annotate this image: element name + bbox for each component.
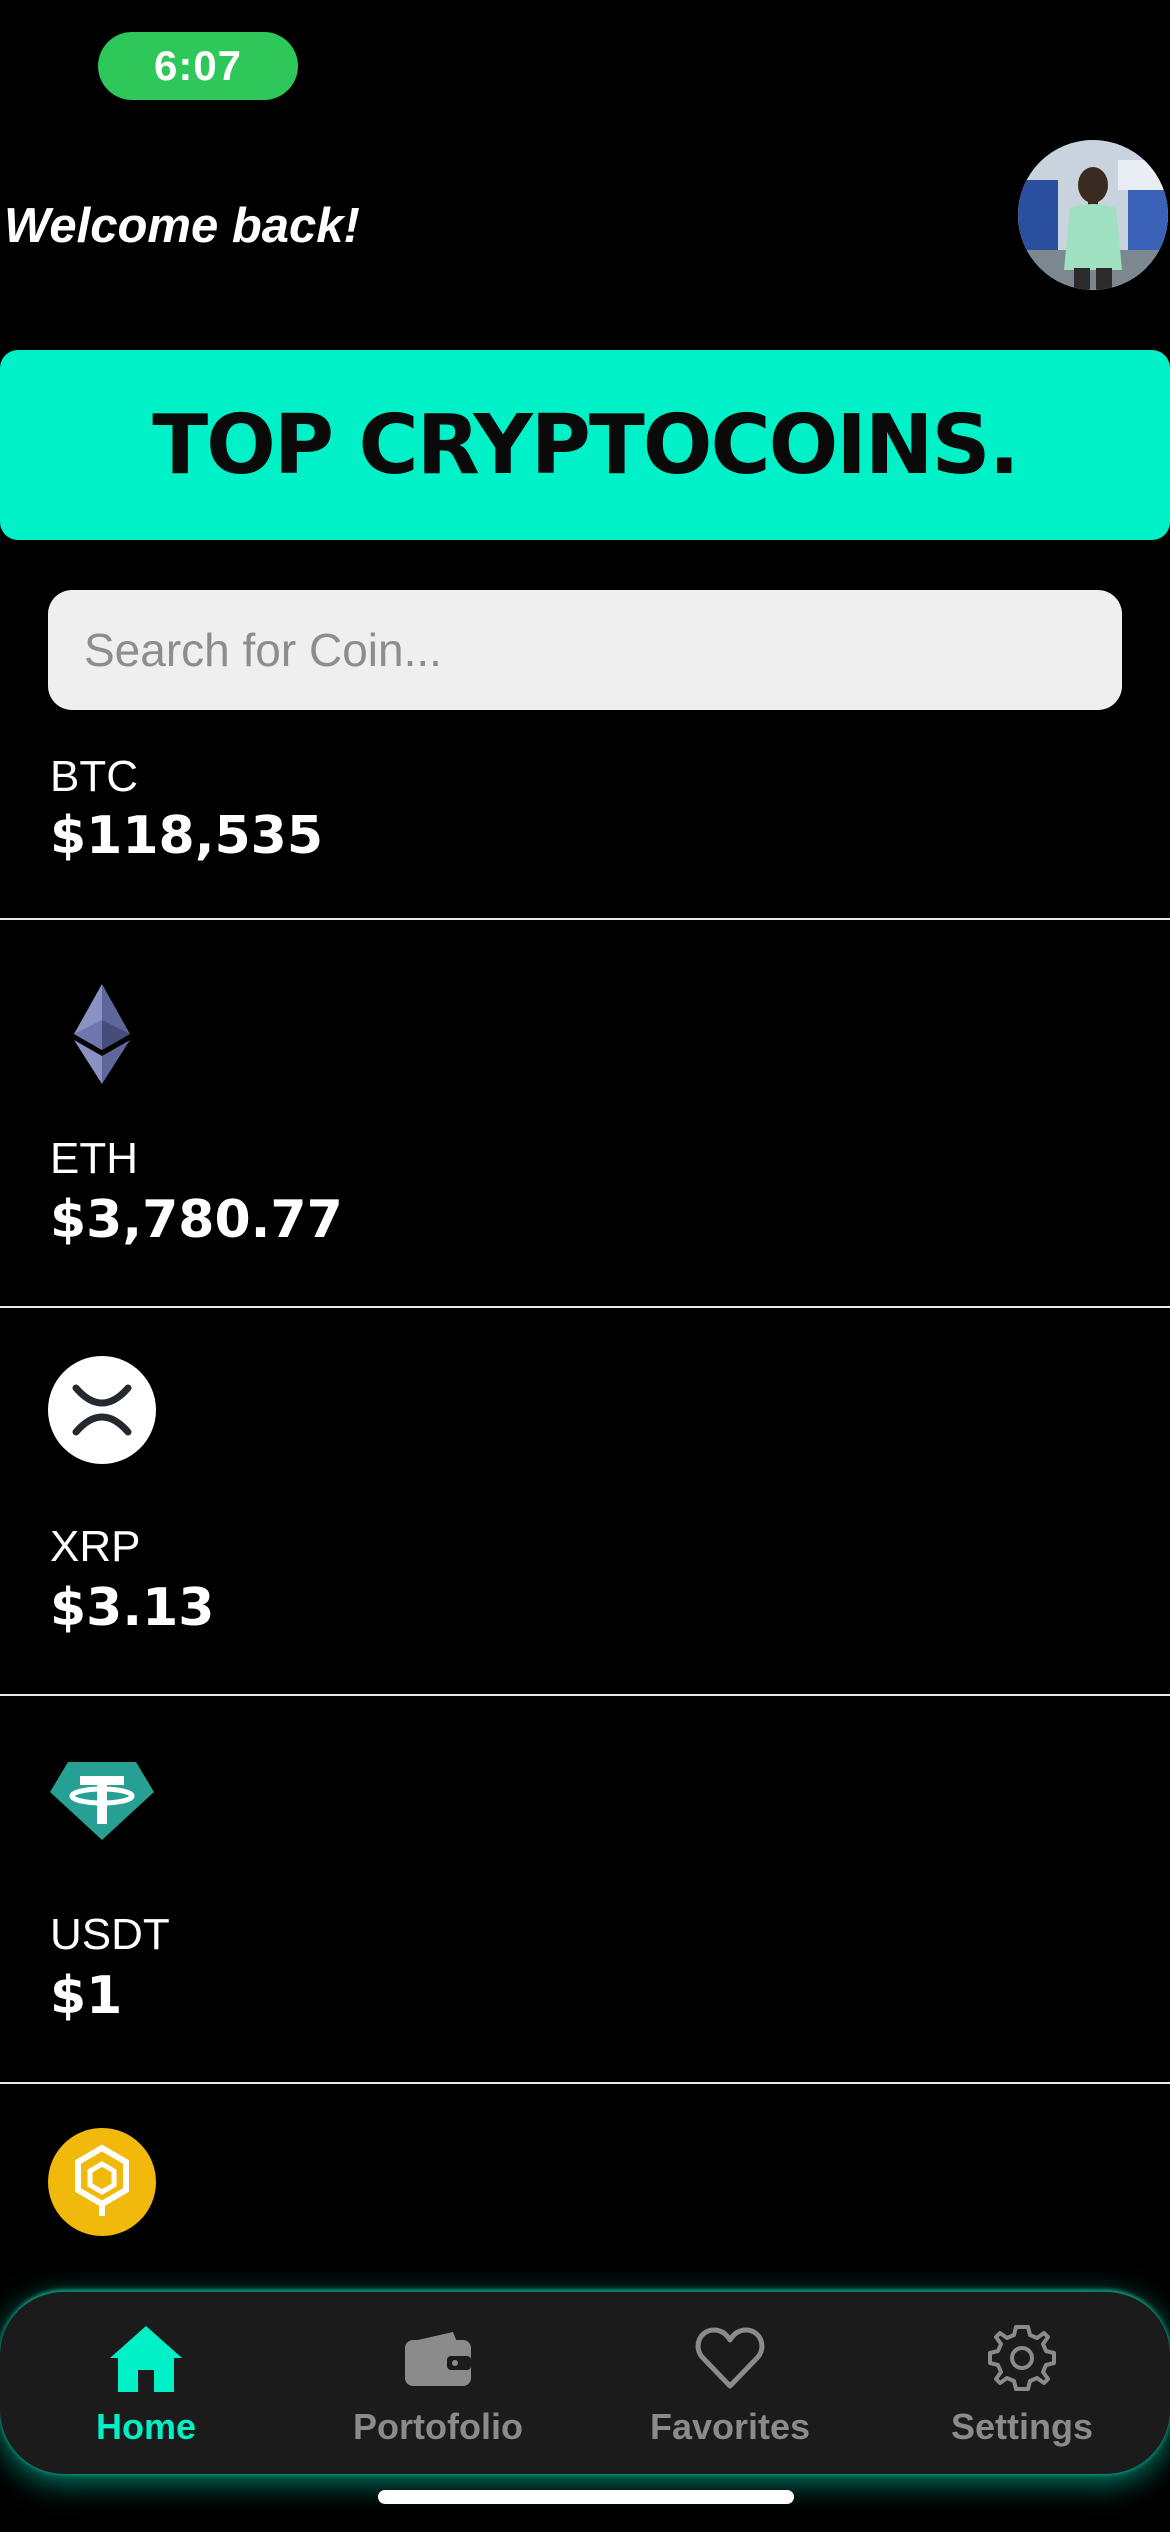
home-indicator[interactable] xyxy=(378,2490,794,2504)
ethereum-icon xyxy=(48,980,156,1088)
top-cryptocoins-banner: TOP CRYPTOCOINS. xyxy=(0,350,1170,540)
banner-title: TOP CRYPTOCOINS. xyxy=(152,397,1019,493)
xrp-icon xyxy=(48,1356,156,1464)
tab-favorites[interactable]: Favorites xyxy=(584,2292,876,2476)
tab-label: Home xyxy=(95,2406,197,2447)
home-icon xyxy=(106,2318,186,2398)
gear-icon xyxy=(982,2318,1062,2398)
tab-label: Favorites xyxy=(649,2406,811,2447)
tab-label: Portofolio xyxy=(353,2406,523,2447)
coin-price: $1 xyxy=(50,1966,123,2026)
coin-symbol: ETH xyxy=(50,1134,138,1183)
coin-row-xrp[interactable]: XRP $3.13 xyxy=(0,1310,1170,1696)
coin-symbol: BTC xyxy=(50,752,138,801)
coin-row-btc[interactable]: BTC $118,535 xyxy=(0,740,1170,920)
tether-icon xyxy=(48,1752,156,1860)
tab-home[interactable]: Home xyxy=(0,2292,292,2476)
coin-price: $3.13 xyxy=(50,1578,215,1638)
coin-price: $118,535 xyxy=(50,806,324,866)
tab-label: Settings xyxy=(950,2406,1093,2447)
coin-price: $3,780.77 xyxy=(50,1190,343,1250)
welcome-text: Welcome back! xyxy=(4,199,360,253)
profile-photo xyxy=(1018,140,1168,290)
tab-portfolio[interactable]: Portofolio xyxy=(292,2292,584,2476)
search-input[interactable] xyxy=(48,590,1122,710)
coin-row-usdt[interactable]: USDT $1 xyxy=(0,1698,1170,2084)
coin-symbol: USDT xyxy=(50,1910,170,1959)
status-time: 6:07 xyxy=(153,42,243,89)
status-time-pill: 6:07 xyxy=(98,32,298,100)
wallet-icon xyxy=(398,2318,478,2398)
app-screen: 6:07 Welcome back! TOP CRYPTOCOINS. BTC … xyxy=(0,0,1170,2532)
coin-symbol: XRP xyxy=(50,1522,141,1571)
heart-icon xyxy=(690,2318,770,2398)
avatar[interactable] xyxy=(1018,140,1168,290)
bnb-icon xyxy=(48,2128,156,2236)
tab-settings[interactable]: Settings xyxy=(876,2292,1168,2476)
coin-row-eth[interactable]: ETH $3,780.77 xyxy=(0,922,1170,1308)
bottom-tab-bar: Home Portofolio Favorites Settings xyxy=(0,2290,1170,2474)
